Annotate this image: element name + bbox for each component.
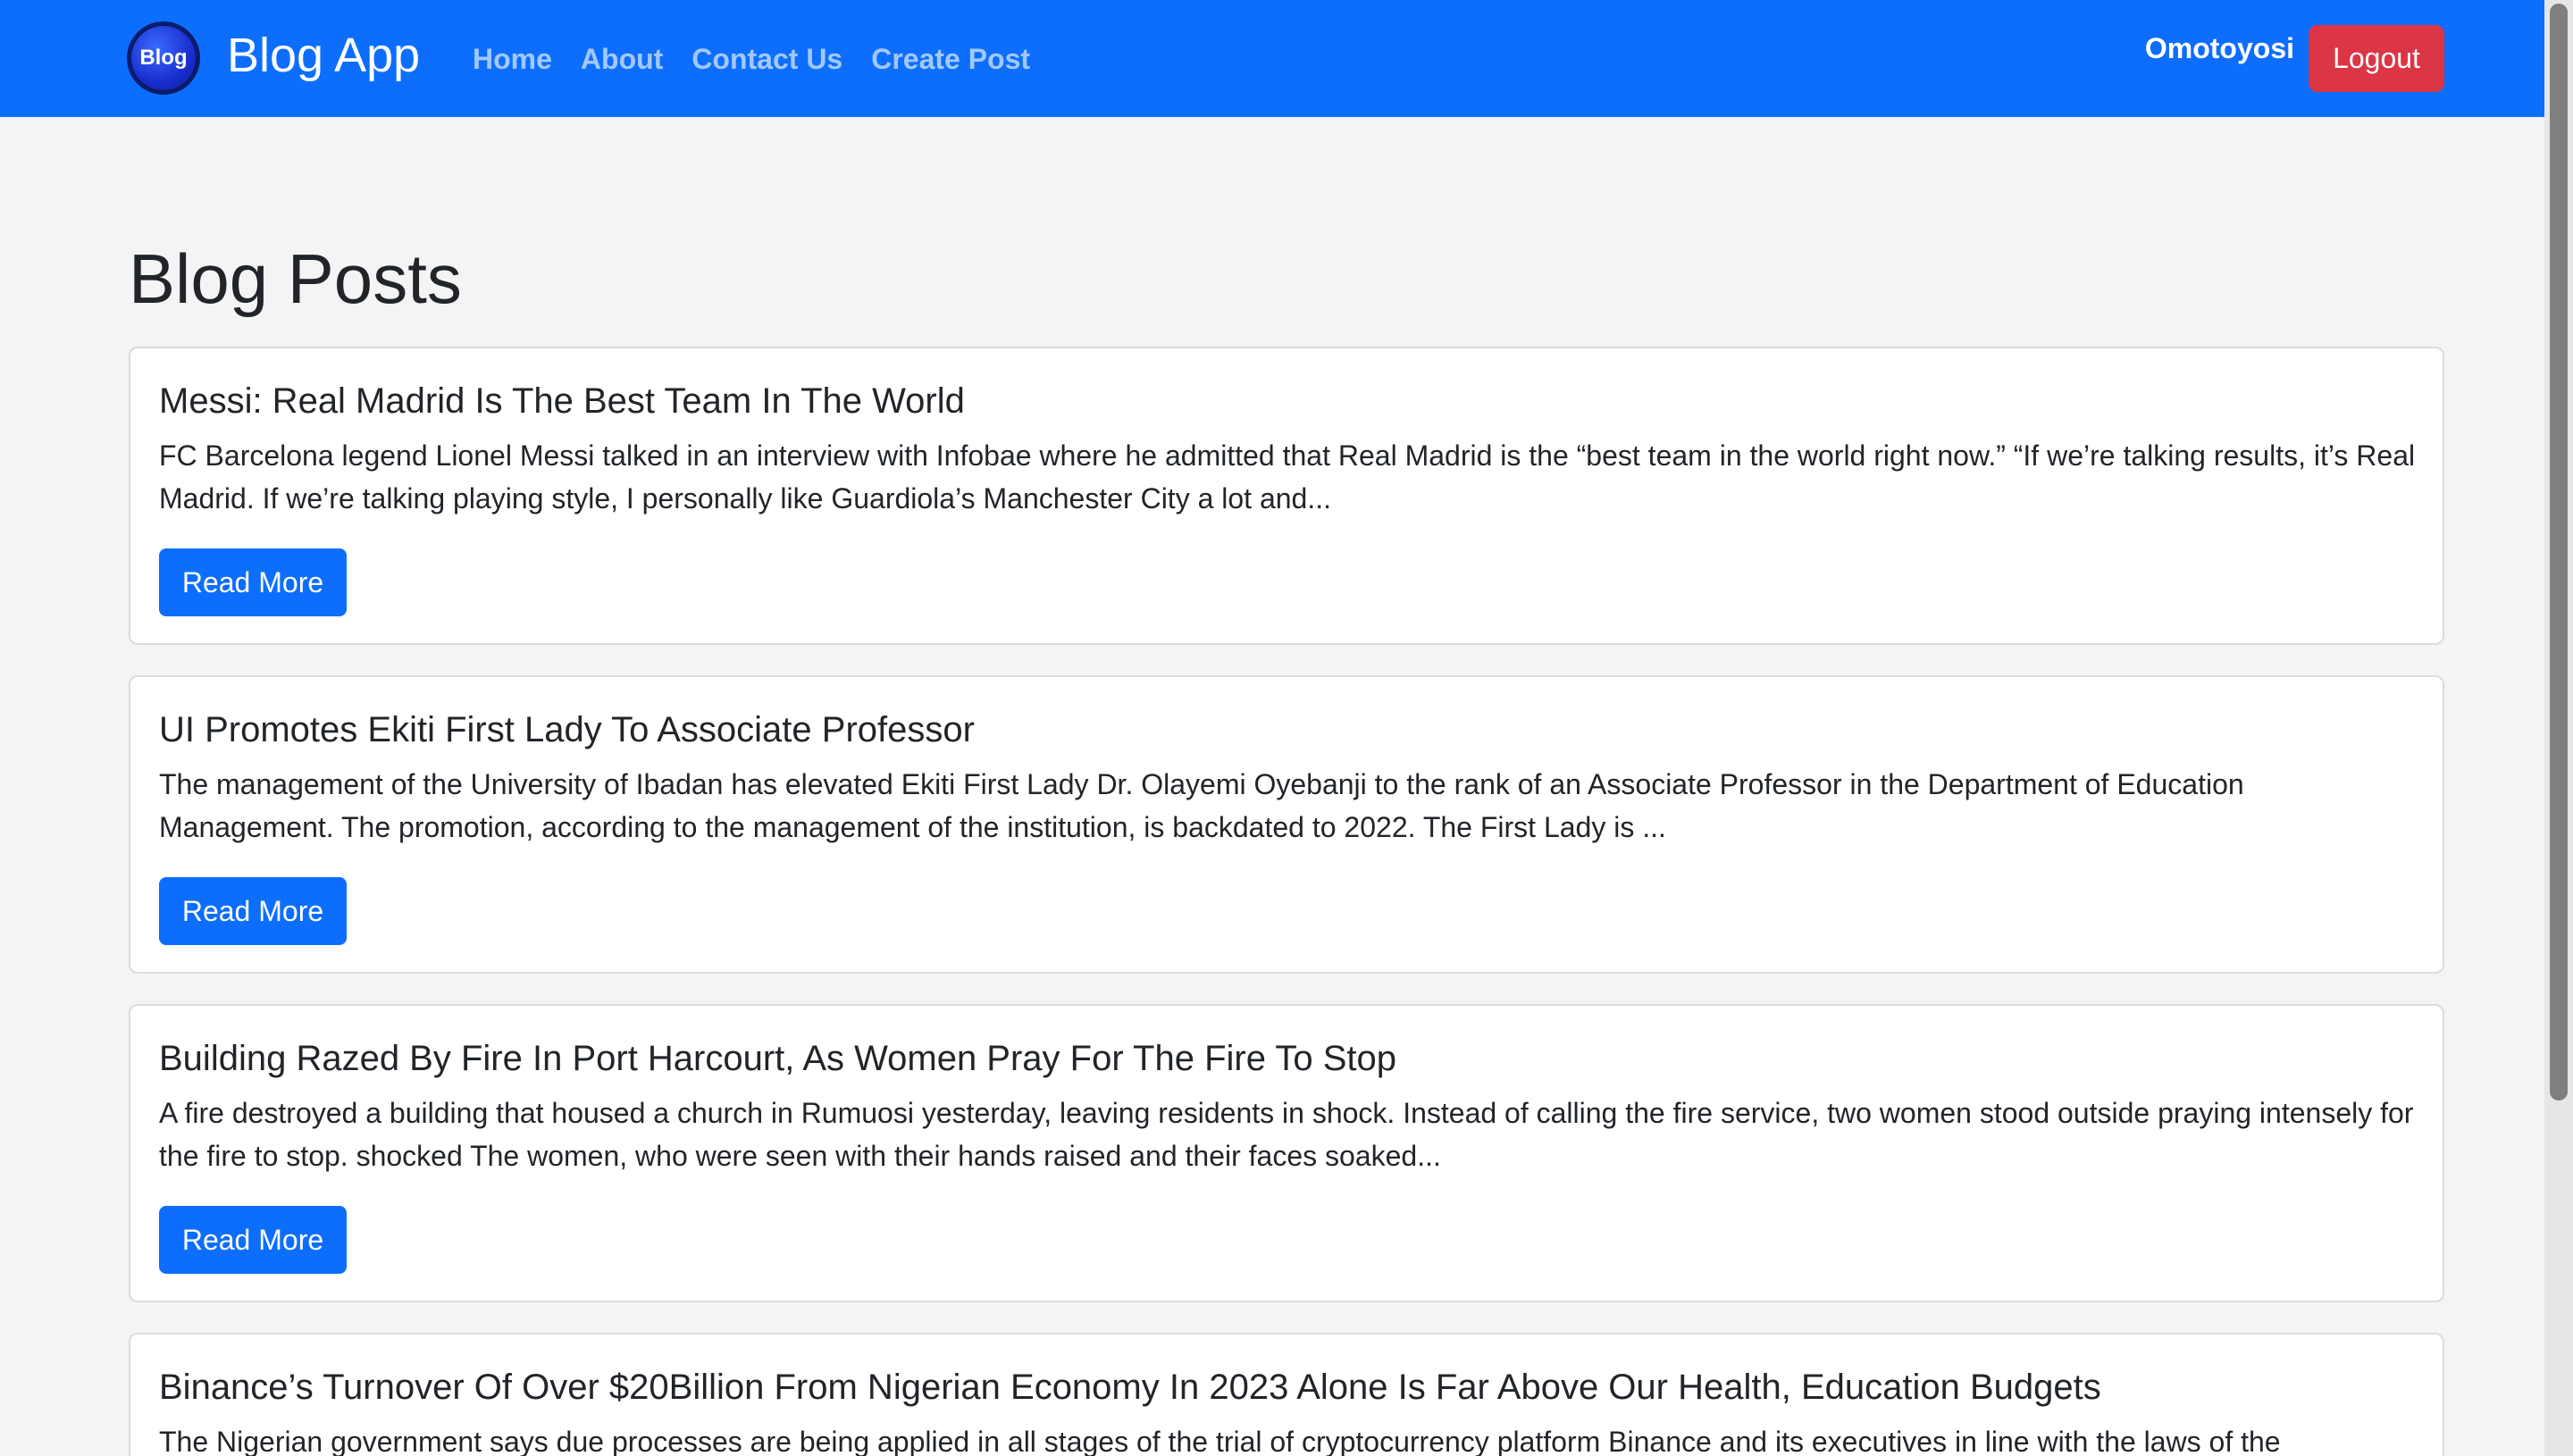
read-more-button[interactable]: Read More <box>159 877 347 945</box>
logout-button[interactable]: Logout <box>2309 25 2444 92</box>
post-excerpt: A fire destroyed a building that housed … <box>159 1097 2414 1172</box>
post-title: UI Promotes Ekiti First Lady To Associat… <box>159 710 975 749</box>
post-card: Messi: Real Madrid Is The Best Team In T… <box>129 347 2444 645</box>
post-title: Messi: Real Madrid Is The Best Team In T… <box>159 381 965 421</box>
logo-text: Blog <box>139 46 188 70</box>
scrollbar-thumb[interactable] <box>2550 4 2568 1100</box>
post-title: Building Razed By Fire In Port Harcourt,… <box>159 1039 1397 1078</box>
nav-link-home[interactable]: Home <box>473 39 552 79</box>
nav-link-contact-us[interactable]: Contact Us <box>691 39 842 79</box>
post-card: Binance’s Turnover Of Over $20Billion Fr… <box>129 1333 2444 1456</box>
page-title: Blog Posts <box>129 239 462 318</box>
current-username: Omotoyosi <box>2144 32 2294 64</box>
post-title: Binance’s Turnover Of Over $20Billion Fr… <box>159 1368 2101 1407</box>
post-card: Building Razed By Fire In Port Harcourt,… <box>129 1004 2444 1302</box>
nav-links: Home About Contact Us Create Post <box>473 39 1030 79</box>
nav-link-create-post[interactable]: Create Post <box>871 39 1030 79</box>
read-more-button[interactable]: Read More <box>159 1206 347 1274</box>
blog-logo-icon[interactable]: Blog <box>129 23 198 93</box>
post-excerpt: The Nigerian government says due process… <box>159 1426 2281 1456</box>
read-more-button[interactable]: Read More <box>159 548 347 616</box>
vertical-scrollbar[interactable] <box>2544 0 2573 1456</box>
post-card: UI Promotes Ekiti First Lady To Associat… <box>129 675 2444 974</box>
post-excerpt: The management of the University of Ibad… <box>159 768 2244 843</box>
top-navbar: Blog Blog App Home About Contact Us Crea… <box>0 0 2544 117</box>
nav-link-about[interactable]: About <box>581 39 663 79</box>
brand-title-link[interactable]: Blog App <box>227 25 420 86</box>
post-excerpt: FC Barcelona legend Lionel Messi talked … <box>159 439 2416 515</box>
